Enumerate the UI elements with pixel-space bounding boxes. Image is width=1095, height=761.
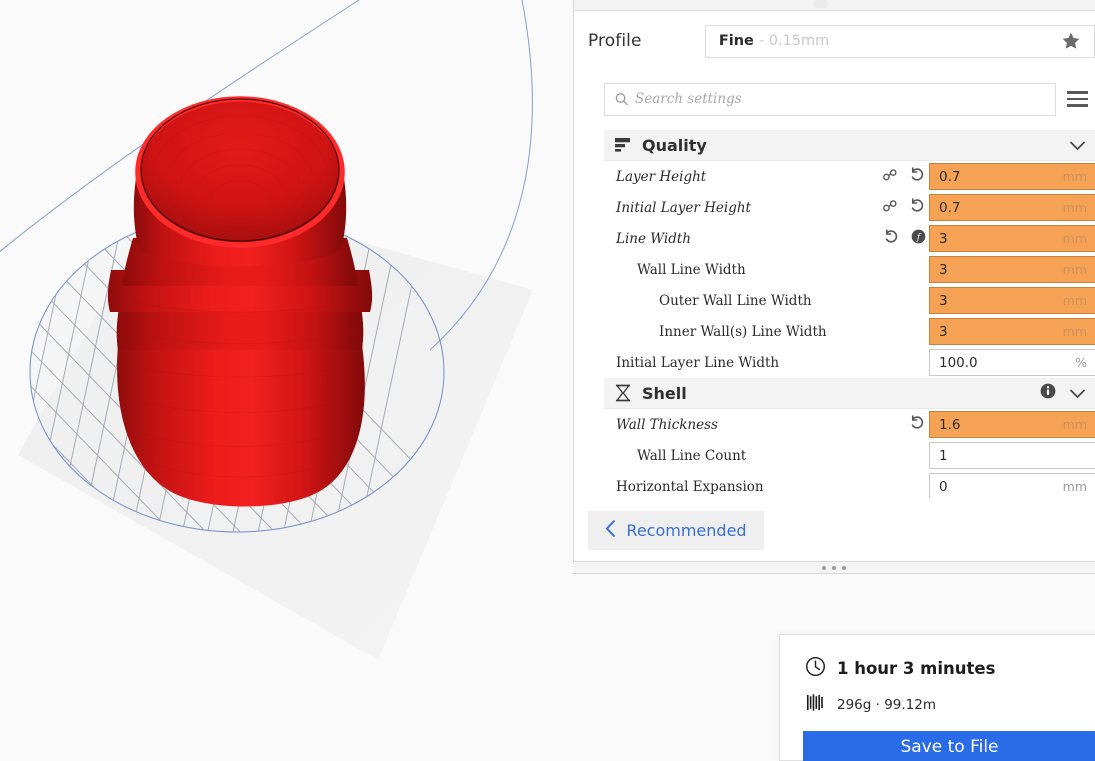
setting-label: Line Width — [616, 230, 691, 247]
setting-unit: mm — [1062, 262, 1087, 277]
shell-hourglass-icon — [604, 383, 642, 403]
setting-label: Initial Layer Height — [616, 199, 751, 216]
panel-top-strip — [574, 0, 1095, 11]
setting-label: Layer Height — [616, 168, 707, 185]
setting-value: 1.6 — [939, 416, 961, 433]
setting-value-field[interactable]: 3 mm — [929, 318, 1095, 345]
setting-value-field[interactable]: 3 mm — [929, 256, 1095, 283]
setting-label: Initial Layer Line Width — [616, 354, 780, 371]
setting-row-wall-line-count[interactable]: Wall Line Count 1 — [604, 440, 1095, 471]
info-icon[interactable] — [1040, 383, 1056, 403]
setting-value-field[interactable]: 3 mm — [929, 225, 1095, 252]
settings-list[interactable]: Quality Layer Height 0.7 mm Initial Laye… — [604, 130, 1095, 498]
revert-icon[interactable] — [909, 167, 926, 186]
revert-icon[interactable] — [909, 415, 926, 434]
setting-unit: mm — [1062, 417, 1087, 432]
category-header-quality[interactable]: Quality — [604, 130, 1095, 161]
revert-icon[interactable] — [883, 229, 900, 248]
setting-label: Wall Line Count — [637, 447, 747, 464]
category-header-shell[interactable]: Shell — [604, 378, 1095, 409]
setting-value: 0.7 — [939, 199, 961, 216]
setting-label: Outer Wall Line Width — [659, 292, 812, 309]
chevron-down-icon[interactable] — [1069, 384, 1086, 403]
setting-unit: mm — [1062, 169, 1087, 184]
setting-unit: mm — [1062, 324, 1087, 339]
recommended-mode-button[interactable]: Recommended — [588, 511, 764, 550]
chevron-down-icon[interactable] — [1069, 136, 1086, 155]
print-material-value: 296g · 99.12m — [837, 696, 937, 713]
setting-value-field[interactable]: 0.7 mm — [929, 194, 1095, 221]
setting-value-field[interactable]: 100.0 % — [929, 349, 1095, 376]
model-vase[interactable] — [107, 96, 373, 507]
setting-unit: % — [1075, 355, 1087, 370]
setting-row-wall-thickness[interactable]: Wall Thickness 1.6 mm — [604, 409, 1095, 440]
setting-unit: mm — [1062, 231, 1087, 246]
setting-value: 3 — [939, 261, 948, 278]
setting-label: Wall Line Width — [637, 261, 746, 278]
clipped-row-remnant — [814, 0, 828, 8]
setting-value-field[interactable]: 1 — [929, 442, 1095, 469]
category-title: Quality — [642, 135, 707, 155]
quality-bars-icon — [604, 136, 642, 154]
panel-resize-grip[interactable] — [573, 561, 1095, 574]
setting-row-initial-layer-line-width[interactable]: Initial Layer Line Width 100.0 % — [604, 347, 1095, 378]
setting-row-horizontal-expansion[interactable]: Horizontal Expansion 0 mm — [604, 471, 1095, 498]
setting-value-field[interactable]: 3 mm — [929, 287, 1095, 314]
setting-value: 0 — [939, 478, 948, 495]
setting-label: Wall Thickness — [616, 416, 718, 433]
setting-value: 3 — [939, 323, 948, 340]
formula-icon[interactable]: f — [911, 229, 926, 248]
setting-value-field[interactable]: 1.6 mm — [929, 411, 1095, 438]
setting-unit: mm — [1062, 293, 1087, 308]
3d-viewport[interactable] — [0, 0, 573, 761]
search-settings-input[interactable]: Search settings — [604, 82, 1056, 116]
search-placeholder: Search settings — [635, 91, 742, 107]
search-row: Search settings — [574, 80, 1095, 118]
profile-dropdown[interactable]: Fine - 0.15mm — [704, 24, 1095, 58]
link-icon[interactable] — [882, 167, 898, 186]
print-time-row: 1 hour 3 minutes — [780, 656, 1095, 681]
profile-row: Profile Fine - 0.15mm — [574, 12, 1095, 70]
print-info-card: 1 hour 3 minutes 296g · 99.12m Save to F… — [779, 634, 1095, 761]
3d-scene — [0, 0, 533, 660]
setting-unit: mm — [1062, 479, 1087, 494]
profile-label: Profile — [588, 31, 642, 51]
search-icon — [614, 92, 629, 107]
setting-label: Inner Wall(s) Line Width — [659, 323, 827, 340]
setting-row-line-width[interactable]: Line Width f 3 mm — [604, 223, 1095, 254]
setting-value: 3 — [939, 292, 948, 309]
print-settings-panel: Profile Fine - 0.15mm Search settings Qu… — [573, 0, 1095, 573]
print-time-value: 1 hour 3 minutes — [837, 659, 996, 678]
setting-row-wall-line-width[interactable]: Wall Line Width 3 mm — [604, 254, 1095, 285]
setting-row-inner-wall-line-width[interactable]: Inner Wall(s) Line Width 3 mm — [604, 316, 1095, 347]
clock-icon — [805, 656, 826, 681]
category-title: Shell — [642, 383, 687, 403]
print-material-row: 296g · 99.12m — [780, 693, 1095, 716]
hamburger-icon[interactable] — [1064, 86, 1090, 112]
setting-value-field[interactable]: 0.7 mm — [929, 163, 1095, 190]
save-to-file-button[interactable]: Save to File — [803, 731, 1095, 761]
profile-selected-name: Fine — [718, 33, 754, 49]
link-icon[interactable] — [882, 198, 898, 217]
setting-row-initial-layer-height[interactable]: Initial Layer Height 0.7 mm — [604, 192, 1095, 223]
setting-value: 100.0 — [939, 354, 978, 371]
filament-icon — [805, 693, 826, 716]
revert-icon[interactable] — [909, 198, 926, 217]
setting-value: 1 — [939, 447, 948, 464]
star-icon[interactable] — [1060, 31, 1082, 52]
setting-value: 3 — [939, 230, 948, 247]
recommended-label: Recommended — [626, 521, 747, 540]
chevron-left-icon — [605, 519, 617, 542]
setting-label: Horizontal Expansion — [616, 478, 764, 495]
setting-row-layer-height[interactable]: Layer Height 0.7 mm — [604, 161, 1095, 192]
setting-value: 0.7 — [939, 168, 961, 185]
profile-selected-detail: - 0.15mm — [758, 33, 830, 49]
setting-value-field[interactable]: 0 mm — [929, 473, 1095, 498]
setting-unit: mm — [1062, 200, 1087, 215]
setting-row-outer-wall-line-width[interactable]: Outer Wall Line Width 3 mm — [604, 285, 1095, 316]
